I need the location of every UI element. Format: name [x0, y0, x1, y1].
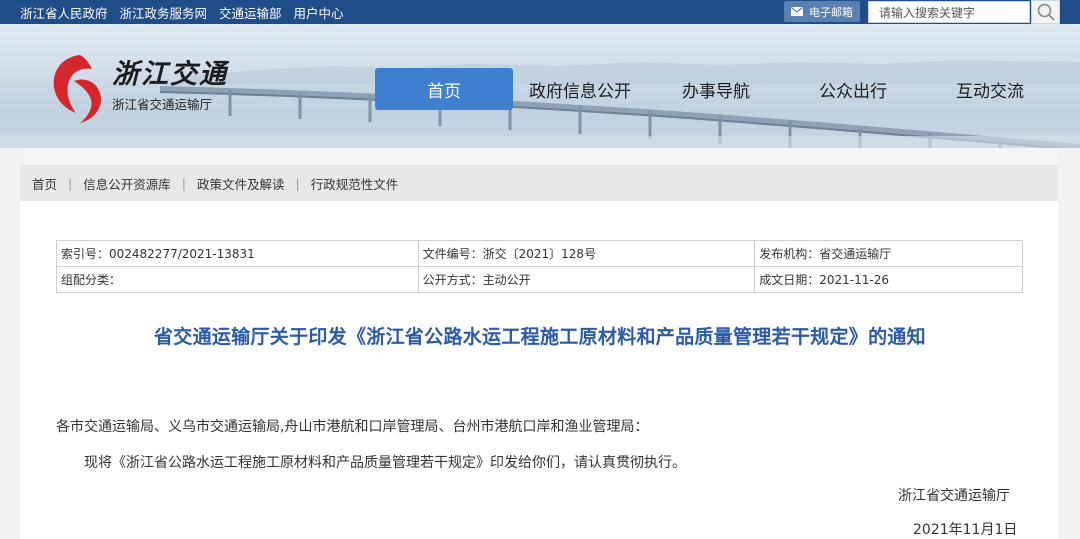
article-paragraph: 现将《浙江省公路水运工程施工原材料和产品质量管理若干规定》印发给你们，请认真贯彻…: [84, 455, 686, 471]
breadcrumb-policy-docs[interactable]: 政策文件及解读: [197, 174, 285, 193]
page-band: [0, 148, 1080, 165]
email-button[interactable]: 电子邮箱: [784, 1, 860, 22]
search-button[interactable]: [1031, 0, 1060, 24]
breadcrumb-home[interactable]: 首页: [32, 174, 57, 193]
content-card: [20, 165, 1058, 539]
email-label: 电子邮箱: [809, 5, 853, 19]
meta-index-number: 索引号：002482277/2021-13831: [56, 240, 419, 267]
nav-gov-info[interactable]: 政府信息公开: [520, 68, 640, 110]
top-links: 浙江省人民政府 浙江政务服务网 交通运输部 用户中心: [20, 0, 344, 24]
search-icon: [1037, 3, 1055, 21]
search-placeholder: 请输入搜索关键字: [879, 5, 976, 20]
nav-interaction[interactable]: 互动交流: [940, 68, 1040, 110]
article-date: 2021年11月1日: [913, 522, 1018, 538]
nav-home[interactable]: 首页: [375, 68, 513, 110]
meta-disclosure-method: 公开方式：主动公开: [417, 266, 756, 293]
breadcrumb: 首页 | 信息公开资源库 | 政策文件及解读 | 行政规范性文件: [20, 165, 1058, 201]
meta-row: 组配分类： 公开方式：主动公开 成文日期：2021-11-26: [56, 266, 1023, 293]
breadcrumb-separator: |: [68, 175, 73, 191]
link-user-center[interactable]: 用户中心: [294, 3, 344, 22]
meta-row: 索引号：002482277/2021-13831 文件编号：浙交〔2021〕12…: [56, 240, 1023, 267]
search-input[interactable]: 请输入搜索关键字: [868, 1, 1030, 23]
link-zhejiang-gov[interactable]: 浙江省人民政府: [20, 3, 108, 22]
meta-file-number: 文件编号：浙交〔2021〕128号: [417, 240, 756, 267]
link-mot[interactable]: 交通运输部: [219, 3, 282, 22]
breadcrumb-normative-docs[interactable]: 行政规范性文件: [311, 174, 399, 193]
breadcrumb-info-library[interactable]: 信息公开资源库: [83, 174, 171, 193]
nav-services[interactable]: 办事导航: [666, 68, 766, 110]
meta-category: 组配分类：: [56, 266, 419, 293]
document-meta-table: 索引号：002482277/2021-13831 文件编号：浙交〔2021〕12…: [56, 240, 1023, 293]
mail-icon: [791, 7, 803, 16]
meta-publisher: 发布机构：省交通运输厅: [754, 240, 1023, 267]
article-recipients: 各市交通运输局、义乌市交通运输局,舟山市港航和口岸管理局、台州市港航口岸和渔业管…: [56, 419, 649, 435]
header-banner: 浙江交通 浙江省交通运输厅 首页 政府信息公开 办事导航 公众出行 互动交流: [0, 24, 1080, 148]
main-nav: 首页 政府信息公开 办事导航 公众出行 互动交流: [0, 68, 1080, 110]
link-zhejiang-service[interactable]: 浙江政务服务网: [120, 3, 208, 22]
meta-date: 成文日期：2021-11-26: [754, 266, 1023, 293]
breadcrumb-separator: |: [295, 175, 300, 191]
nav-travel[interactable]: 公众出行: [803, 68, 903, 110]
article-title: 省交通运输厅关于印发《浙江省公路水运工程施工原材料和产品质量管理若干规定》的通知: [153, 326, 926, 348]
top-bar: 浙江省人民政府 浙江政务服务网 交通运输部 用户中心 电子邮箱 请输入搜索关键字: [0, 0, 1080, 24]
article-signature: 浙江省交通运输厅: [898, 488, 1010, 504]
breadcrumb-separator: |: [181, 175, 186, 191]
